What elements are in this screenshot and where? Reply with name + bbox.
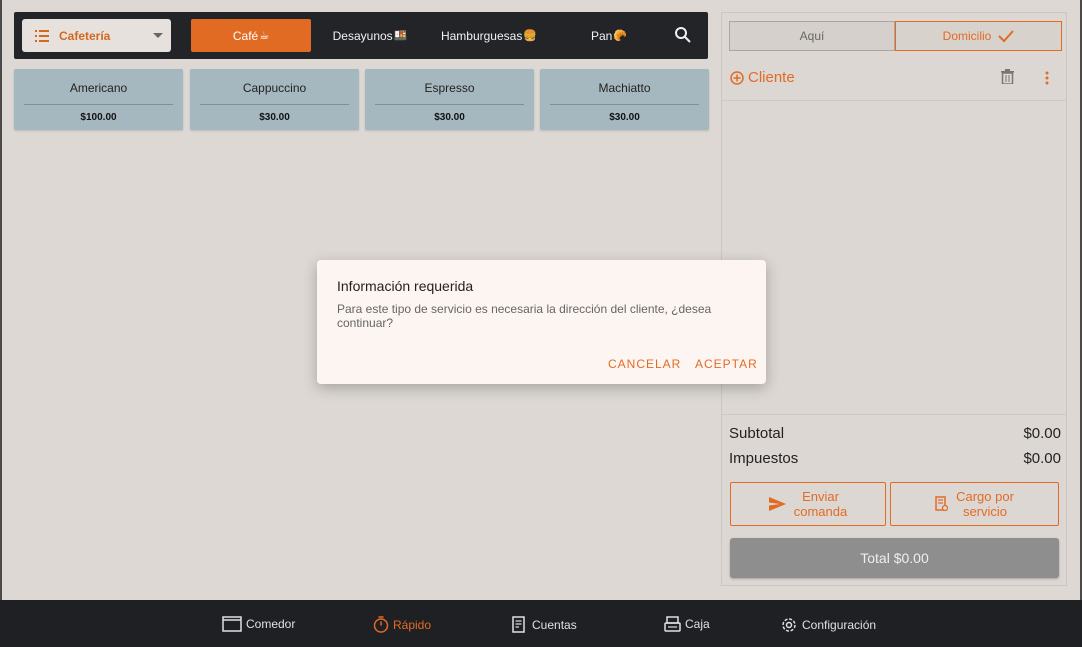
- gear-icon: [782, 618, 796, 632]
- service-charge-button[interactable]: Cargo por servicio: [890, 482, 1059, 526]
- dialog-message: Para este tipo de servicio es necesaria …: [337, 302, 712, 330]
- service-charge-label-line1: Cargo por: [956, 489, 1014, 504]
- subtotal-row: Subtotal $0.00: [729, 425, 1061, 442]
- product-name: Machiatto: [598, 81, 651, 95]
- tab-hamburguesas[interactable]: Hamburguesas 🍔: [439, 19, 539, 52]
- product-name: Espresso: [424, 81, 475, 95]
- add-circle-icon: [730, 70, 744, 85]
- burger-icon: 🍔: [523, 30, 538, 42]
- tab-label: Pan: [590, 28, 613, 43]
- send-order-button[interactable]: Enviar comanda: [730, 482, 886, 526]
- product-name: Americano: [69, 81, 128, 95]
- order-panel: Aquí Domicilio Cliente Subtotal $0.00 Im…: [721, 12, 1067, 586]
- subtotal-label: Subtotal: [729, 425, 785, 442]
- cash-register-icon: [664, 616, 681, 632]
- service-charge-label-line2: servicio: [962, 504, 1008, 519]
- nav-caja[interactable]: Caja: [664, 616, 710, 632]
- product-price: $30.00: [434, 112, 465, 123]
- bento-icon: 🍱: [393, 30, 408, 42]
- product-card-americano[interactable]: Americano $100.00: [14, 69, 183, 130]
- more-vert-icon[interactable]: [1045, 71, 1049, 85]
- accept-button[interactable]: ACEPTAR: [695, 357, 758, 371]
- send-icon: [768, 497, 786, 511]
- order-items-area: [722, 102, 1066, 415]
- tab-cafe[interactable]: Café ☕: [191, 19, 311, 52]
- nav-label: Cuentas: [532, 617, 577, 632]
- bottom-nav: Comedor Rápido Cuentas Caja Configuració…: [0, 600, 1082, 647]
- send-order-label-line1: Enviar: [802, 489, 839, 504]
- total-label: Total $0.00: [860, 550, 929, 566]
- product-name: Cappuccino: [242, 81, 307, 95]
- service-domicilio-label: Domicilio: [942, 29, 992, 43]
- add-client-button[interactable]: Cliente: [730, 69, 795, 86]
- product-card-espresso[interactable]: Espresso $30.00: [365, 69, 534, 130]
- product-card-machiatto[interactable]: Machiatto $30.00: [540, 69, 709, 130]
- nav-configuracion[interactable]: Configuración: [780, 616, 876, 634]
- frame-left: [0, 0, 2, 600]
- nav-label: Comedor: [246, 617, 296, 631]
- send-order-label-line2: comanda: [793, 504, 848, 519]
- product-card-cappuccino[interactable]: Cappuccino $30.00: [190, 69, 359, 130]
- impuestos-value: $0.00: [1023, 450, 1061, 467]
- tab-label: Café: [232, 28, 259, 43]
- cancel-button[interactable]: CANCELAR: [608, 357, 681, 371]
- search-icon[interactable]: [674, 26, 692, 44]
- coffee-icon: ☕: [259, 30, 270, 42]
- service-type-toggle: Aquí Domicilio: [729, 21, 1062, 51]
- check-icon: [998, 30, 1015, 43]
- divider: [550, 104, 699, 105]
- service-domicilio-button[interactable]: Domicilio: [895, 21, 1062, 51]
- divider: [375, 104, 524, 105]
- service-aqui-button[interactable]: Aquí: [729, 21, 895, 51]
- nav-label: Caja: [685, 617, 710, 631]
- document-icon: [512, 616, 525, 633]
- client-row: Cliente: [722, 61, 1066, 101]
- product-price: $30.00: [259, 112, 290, 123]
- product-price: $30.00: [609, 112, 640, 123]
- product-price: $100.00: [80, 112, 117, 123]
- add-client-label: Cliente: [748, 69, 795, 86]
- impuestos-row: Impuestos $0.00: [729, 450, 1061, 467]
- croissant-icon: 🥐: [613, 30, 628, 42]
- tab-desayunos[interactable]: Desayunos 🍱: [330, 19, 410, 52]
- timer-icon: [373, 616, 389, 633]
- nav-label: Rápido: [393, 617, 432, 632]
- divider: [24, 104, 173, 105]
- subtotal-value: $0.00: [1023, 425, 1061, 442]
- required-info-dialog: Información requerida Para este tipo de …: [317, 260, 766, 384]
- service-aqui-label: Aquí: [799, 29, 825, 43]
- chevron-down-icon: [153, 33, 163, 38]
- list-icon: [35, 29, 49, 42]
- dialog-title: Información requerida: [337, 278, 474, 294]
- table-icon: [222, 616, 242, 632]
- total-button[interactable]: Total $0.00: [730, 538, 1059, 578]
- category-select-label: Cafetería: [59, 28, 111, 43]
- trash-icon[interactable]: [1001, 69, 1014, 84]
- tab-label: Desayunos: [332, 28, 393, 43]
- category-bar: Cafetería Café ☕ Desayunos 🍱 Hamburguesas 🍔…: [14, 12, 708, 59]
- tab-pan[interactable]: Pan 🥐: [584, 19, 634, 52]
- category-select[interactable]: Cafetería: [22, 19, 171, 52]
- nav-label: Configuración: [802, 618, 877, 632]
- impuestos-label: Impuestos: [729, 450, 799, 467]
- divider: [200, 104, 349, 105]
- tab-label: Hamburguesas: [440, 28, 523, 43]
- nav-comedor[interactable]: Comedor: [222, 616, 295, 632]
- receipt-icon: [935, 496, 949, 512]
- nav-cuentas[interactable]: Cuentas: [512, 616, 577, 633]
- nav-rapido[interactable]: Rápido: [373, 616, 431, 633]
